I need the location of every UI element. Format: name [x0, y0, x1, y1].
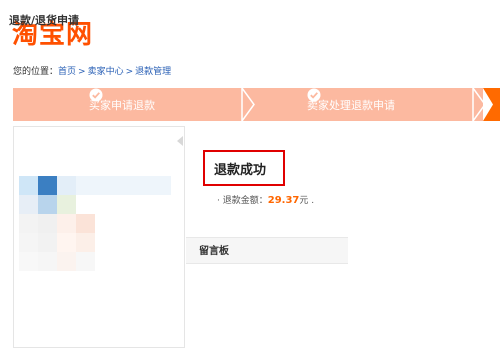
refund-amount-value: 29.37	[267, 195, 300, 206]
step-buyer-request: 买家申请退款	[89, 88, 155, 121]
breadcrumb-seller-center-link[interactable]: 卖家中心	[88, 67, 124, 77]
breadcrumb-separator: >	[78, 67, 86, 77]
blurred-product-image	[19, 176, 171, 306]
step-seller-process: 卖家处理退款申请	[307, 88, 395, 121]
breadcrumb-refund-management-link[interactable]: 退款管理	[135, 67, 171, 77]
breadcrumb-separator: >	[125, 67, 134, 77]
refund-application-title: 退款/退货申请	[9, 14, 80, 27]
refund-progress-steps: 买家申请退款 卖家处理退款申请	[13, 88, 500, 121]
refund-success-title: 退款成功	[214, 163, 267, 178]
message-board-label: 留言板	[199, 246, 229, 257]
breadcrumb: 您的位置：首页 > 卖家中心 > 退款管理	[13, 64, 171, 77]
check-circle-icon	[307, 88, 321, 102]
refund-amount-line: · 退款金额：29.37元 .	[217, 193, 314, 206]
progress-bar-shape	[13, 88, 500, 121]
refund-amount-label: · 退款金额：	[217, 196, 268, 206]
breadcrumb-home-link[interactable]: 首页	[58, 67, 76, 77]
refund-amount-unit: 元 .	[299, 196, 315, 206]
check-circle-icon	[89, 88, 103, 102]
breadcrumb-prefix: 您的位置：	[13, 67, 59, 77]
panel-pointer-arrow	[177, 136, 183, 146]
